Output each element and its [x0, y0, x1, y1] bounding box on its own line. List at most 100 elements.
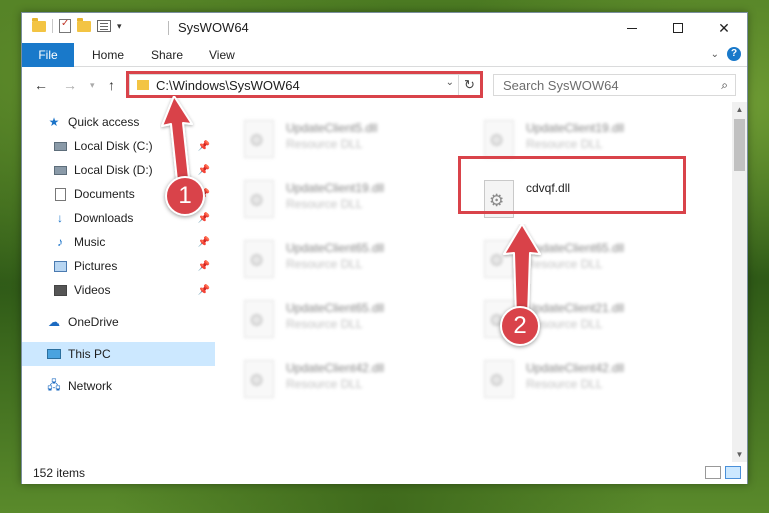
minimize-icon: [627, 27, 637, 29]
sidebar-item-label: Documents: [74, 187, 135, 201]
maximize-icon: [673, 23, 683, 33]
ribbon-tabs: File Home Share View ⌄ ?: [22, 43, 747, 67]
new-folder-icon[interactable]: [77, 17, 91, 32]
music-icon: ♪: [57, 235, 63, 249]
pictures-icon: [52, 258, 68, 274]
tab-file[interactable]: File: [22, 43, 74, 67]
properties-icon[interactable]: [59, 18, 71, 33]
search-icon[interactable]: ⌕: [721, 78, 728, 93]
scrollbar-thumb[interactable]: [734, 119, 745, 171]
cloud-icon: ☁: [48, 315, 60, 329]
documents-icon: [52, 186, 68, 202]
network-icon: 🖧: [47, 377, 61, 392]
search-placeholder: Search SysWOW64: [503, 78, 619, 93]
sidebar-item-label: This PC: [68, 347, 111, 361]
dll-file-icon: [484, 360, 514, 398]
details-view-icon[interactable]: [705, 466, 721, 479]
large-icons-view-icon[interactable]: [725, 466, 741, 479]
title-bar: ▾ SysWOW64 ✕: [22, 13, 747, 43]
title-divider: [168, 21, 169, 35]
pin-icon[interactable]: 📌: [198, 237, 210, 248]
file-highlight: [458, 156, 686, 214]
window-controls: ✕: [609, 13, 747, 43]
pin-icon[interactable]: 📌: [198, 213, 210, 224]
ribbon-right-controls: ⌄ ?: [711, 47, 741, 61]
address-row: ← → ▾ ↑ C:\Windows\SysWOW64 ⌄ ↻ Search S…: [22, 68, 747, 102]
search-input[interactable]: Search SysWOW64 ⌕: [493, 74, 736, 96]
sidebar-item-label: Quick access: [68, 115, 140, 129]
minimize-button[interactable]: [609, 13, 655, 43]
sidebar-item-onedrive[interactable]: ☁ OneDrive: [22, 310, 215, 334]
maximize-button[interactable]: [655, 13, 701, 43]
close-icon: ✕: [718, 19, 730, 36]
status-bar: 152 items: [22, 462, 747, 484]
pin-icon[interactable]: 📌: [198, 285, 210, 296]
sidebar-item-this-pc[interactable]: This PC: [22, 342, 215, 366]
file-item[interactable]: UpdateClient42.dll Resource DLL: [236, 356, 464, 408]
sidebar-item-label: OneDrive: [68, 315, 119, 329]
sidebar-item-label: Local Disk (D:): [74, 163, 153, 177]
address-bar-highlight: [126, 71, 483, 98]
star-icon: ★: [48, 115, 60, 129]
vertical-scrollbar[interactable]: ▲ ▼: [732, 102, 747, 462]
recent-locations-chevron-icon[interactable]: ▾: [90, 80, 95, 91]
pc-icon: [46, 346, 62, 362]
file-type: Resource DLL: [526, 137, 603, 151]
file-item[interactable]: UpdateClient65.dll Resource DLL: [236, 236, 464, 288]
file-name: UpdateClient65.dll: [286, 301, 385, 315]
file-type: Resource DLL: [286, 197, 363, 211]
drive-icon: [52, 138, 68, 154]
dll-file-icon: [484, 120, 514, 158]
file-item[interactable]: UpdateClient5.dll Resource DLL: [236, 116, 464, 168]
file-name: UpdateClient19.dll: [526, 121, 625, 135]
file-name: UpdateClient19.dll: [286, 181, 385, 195]
quick-access-toolbar: ▾: [32, 17, 122, 33]
file-type: Resource DLL: [286, 317, 363, 331]
scroll-up-icon[interactable]: ▲: [732, 102, 747, 117]
dll-file-icon: [244, 120, 274, 158]
sidebar-item-label: Local Disk (C:): [74, 139, 153, 153]
tab-view[interactable]: View: [209, 43, 235, 67]
sidebar-item-music[interactable]: ♪ Music 📌: [22, 230, 215, 254]
expand-ribbon-chevron-icon[interactable]: ⌄: [711, 49, 719, 60]
drive-icon: [52, 162, 68, 178]
file-name: UpdateClient5.dll: [286, 121, 378, 135]
help-icon[interactable]: ?: [727, 47, 741, 61]
window-title: SysWOW64: [178, 20, 249, 35]
views-icon[interactable]: [97, 20, 111, 32]
file-type: Resource DLL: [286, 257, 363, 271]
sidebar-item-network[interactable]: 🖧 Network: [22, 374, 215, 398]
close-button[interactable]: ✕: [701, 13, 747, 43]
sidebar-item-label: Music: [74, 235, 106, 249]
scroll-down-icon[interactable]: ▼: [732, 447, 747, 462]
tab-home[interactable]: Home: [92, 43, 124, 67]
step-1-badge: 1: [165, 176, 205, 216]
file-name: UpdateClient42.dll: [286, 361, 385, 375]
file-explorer-window: ▾ SysWOW64 ✕ File Home Share View ⌄ ? ← …: [21, 12, 748, 484]
file-item[interactable]: UpdateClient42.dll Resource DLL: [476, 356, 704, 408]
customize-toolbar-chevron-icon[interactable]: ▾: [117, 21, 122, 32]
videos-icon: [52, 282, 68, 298]
pin-icon[interactable]: 📌: [198, 261, 210, 272]
sidebar-item-label: Pictures: [74, 259, 118, 273]
toolbar-divider: [52, 19, 53, 33]
dll-file-icon: [244, 300, 274, 338]
dll-file-icon: [244, 240, 274, 278]
view-toggle: [705, 466, 741, 479]
sidebar-item-label: Downloads: [74, 211, 134, 225]
dll-file-icon: [244, 180, 274, 218]
file-type: Resource DLL: [286, 137, 363, 151]
dll-file-icon: [244, 360, 274, 398]
sidebar-item-pictures[interactable]: Pictures 📌: [22, 254, 215, 278]
sidebar-item-label: Videos: [74, 283, 111, 297]
file-item[interactable]: UpdateClient65.dll Resource DLL: [236, 296, 464, 348]
back-arrow-icon[interactable]: ←: [34, 77, 48, 93]
forward-arrow-icon[interactable]: →: [63, 77, 77, 93]
sidebar-item-videos[interactable]: Videos 📌: [22, 278, 215, 302]
step-2-badge: 2: [500, 306, 540, 346]
file-item[interactable]: UpdateClient19.dll Resource DLL: [236, 176, 464, 228]
folder-icon[interactable]: [32, 17, 46, 32]
sidebar-item-label: Network: [68, 379, 113, 393]
up-arrow-icon[interactable]: ↑: [108, 77, 115, 93]
tab-share[interactable]: Share: [151, 43, 183, 67]
